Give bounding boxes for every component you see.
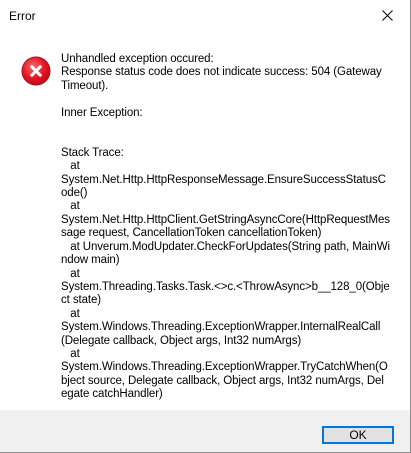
dialog-content: Unhandled exception occured: Response st… (0, 32, 410, 410)
dialog-footer: OK (0, 410, 410, 452)
ok-button[interactable]: OK (322, 426, 394, 444)
window-title: Error (9, 9, 36, 23)
close-button[interactable] (364, 0, 410, 31)
close-icon (381, 10, 393, 21)
title-bar[interactable]: Error (0, 0, 410, 32)
error-message: Unhandled exception occured: Response st… (61, 53, 390, 401)
error-dialog-window: Error Unhandled exception occured: Respo… (0, 0, 411, 453)
error-icon (21, 56, 51, 86)
